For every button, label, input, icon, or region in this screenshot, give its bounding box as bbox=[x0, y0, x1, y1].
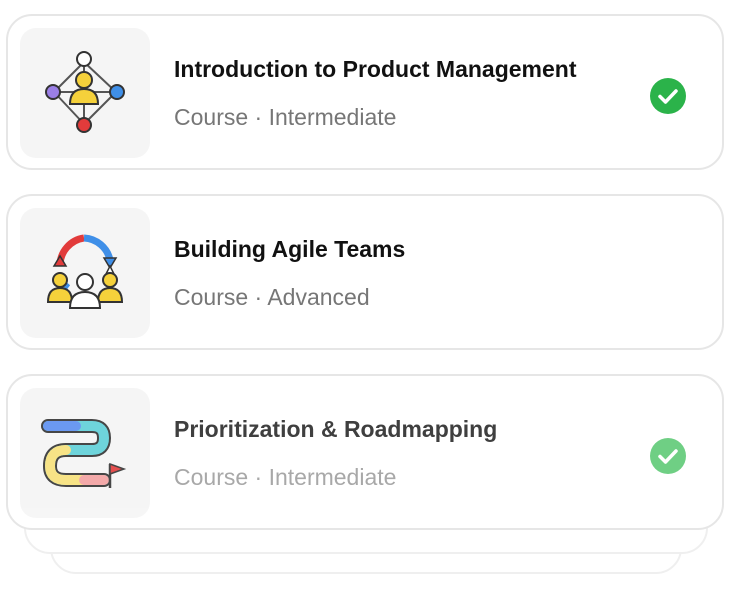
agile-team-icon bbox=[46, 234, 124, 309]
course-thumbnail bbox=[20, 388, 150, 518]
course-title: Building Agile Teams bbox=[174, 236, 406, 262]
course-title: Introduction to Product Management bbox=[174, 56, 577, 82]
course-card[interactable]: Introduction to Product Management Cours… bbox=[6, 14, 724, 170]
course-card[interactable]: Prioritization & Roadmapping Course · In… bbox=[6, 374, 724, 530]
completed-check-icon bbox=[650, 438, 686, 474]
course-title: Prioritization & Roadmapping bbox=[174, 416, 498, 442]
roadmap-path-icon bbox=[41, 419, 127, 488]
course-meta: Course · Intermediate bbox=[174, 464, 397, 490]
course-thumbnail bbox=[20, 28, 150, 158]
course-card[interactable]: Building Agile Teams Course · Advanced bbox=[6, 194, 724, 350]
course-thumbnail bbox=[20, 208, 150, 338]
completed-check-icon bbox=[650, 78, 686, 114]
course-meta: Course · Advanced bbox=[174, 284, 370, 310]
org-network-icon bbox=[45, 51, 125, 133]
course-meta: Course · Intermediate bbox=[174, 104, 397, 130]
